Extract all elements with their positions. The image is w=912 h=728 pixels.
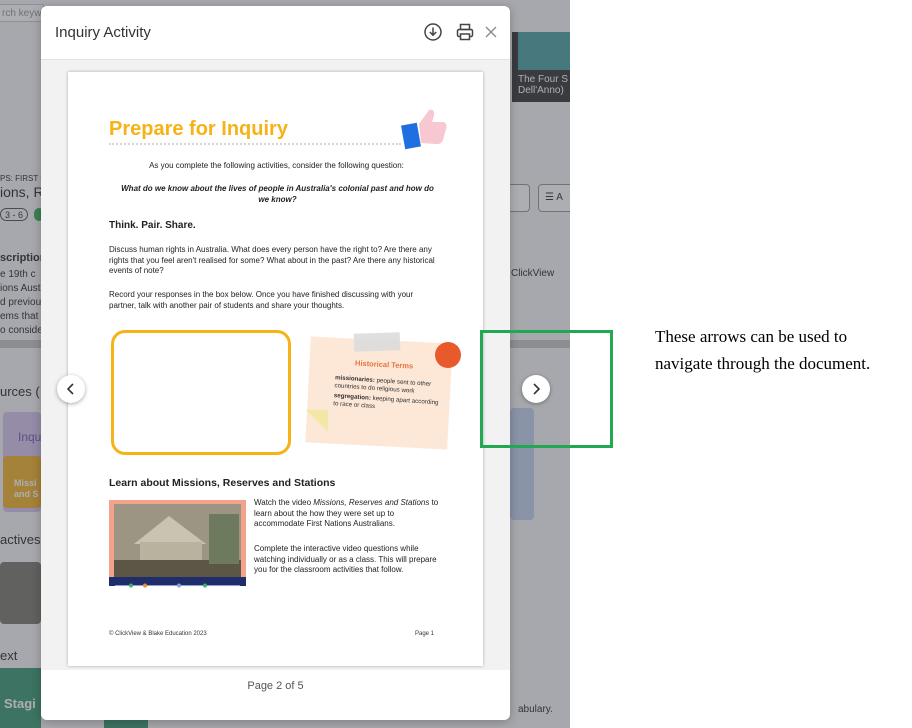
page-indicator: Page 2 of 5: [247, 680, 304, 692]
note-fold: [306, 410, 328, 432]
note-badge-icon: [435, 342, 461, 368]
historical-photo: [114, 504, 241, 578]
print-icon[interactable]: [455, 22, 475, 42]
arrow-callout-box: [480, 330, 613, 448]
inquiry-question: What do we know about the lives of peopl…: [121, 184, 434, 204]
document-footer-copyright: © ClickView & Blake Education 2023: [109, 631, 207, 637]
title-underline: [109, 143, 401, 145]
document-page: Prepare for Inquiry As you complete the …: [68, 72, 483, 666]
response-box: [111, 330, 291, 455]
modal-title: Inquiry Activity: [55, 24, 151, 41]
arrow-callout-text: These arrows can be used to navigate thr…: [655, 327, 871, 373]
learn-heading: Learn about Missions, Reserves and Stati…: [109, 477, 336, 489]
download-icon[interactable]: [423, 22, 443, 42]
discussion-paragraph: Discuss human rights in Australia. What …: [109, 245, 435, 275]
video-progress-bar: [109, 577, 246, 588]
chevron-left-icon: [66, 383, 74, 395]
watch-video-paragraph: Watch the video Missions, Reserves and S…: [254, 498, 444, 530]
thumbs-up-icon: [401, 106, 449, 150]
document-intro: As you complete the following activities…: [149, 161, 404, 170]
record-responses-paragraph: Record your responses in the box below. …: [109, 290, 414, 310]
screenshot-root: rch keyw The Four S Dell'Anno) PS: FIRST…: [0, 0, 912, 728]
video-title-italic: Missions, Reserves and Stations: [313, 498, 430, 507]
text-segment: Watch the video: [254, 498, 314, 507]
previous-page-button[interactable]: [57, 375, 85, 403]
think-pair-share-heading: Think. Pair. Share.: [109, 220, 196, 231]
document-title: Prepare for Inquiry: [109, 118, 288, 140]
document-footer-page: Page 1: [415, 631, 435, 637]
note-tape: [353, 332, 401, 352]
interactive-questions-paragraph: Complete the interactive video questions…: [254, 544, 437, 574]
modal-header: Inquiry Activity: [41, 6, 510, 60]
close-icon[interactable]: [481, 22, 501, 42]
